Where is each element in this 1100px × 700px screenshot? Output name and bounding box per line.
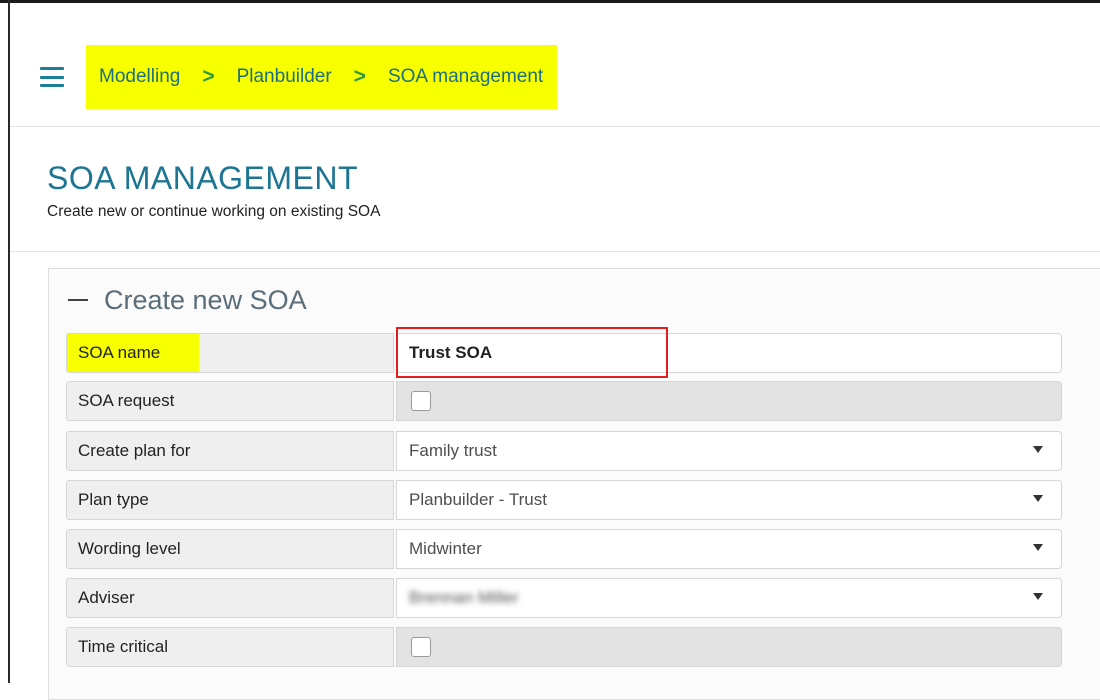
wording-level-value: Midwinter (409, 539, 482, 558)
breadcrumb: Modelling > Planbuilder > SOA management (38, 42, 1100, 112)
breadcrumb-item-modelling[interactable]: Modelling (99, 66, 180, 88)
field-label-wording-level: Wording level (66, 529, 394, 569)
form-row-adviser: Adviser Brennan Miller (66, 578, 1062, 620)
field-label-create-plan-for: Create plan for (66, 431, 394, 471)
caret-down-icon (1033, 544, 1043, 551)
field-label-soa-name: SOA name (66, 333, 200, 373)
create-plan-for-select[interactable]: Family trust (396, 431, 1062, 471)
app-window: Modelling > Planbuilder > SOA management… (0, 0, 1100, 700)
soa-request-checkbox[interactable] (411, 391, 431, 411)
field-label-background (199, 333, 394, 373)
soa-request-field (396, 381, 1062, 421)
panel-title: Create new SOA (104, 284, 307, 315)
adviser-select[interactable]: Brennan Miller (396, 578, 1062, 618)
panel-header-toggle[interactable]: Create new SOA (68, 282, 307, 318)
time-critical-field (396, 627, 1062, 667)
adviser-value: Brennan Miller (409, 588, 519, 607)
page-subtitle: Create new or continue working on existi… (47, 203, 381, 220)
soa-name-input[interactable]: Trust SOA (396, 333, 1062, 373)
hamburger-icon[interactable] (40, 67, 64, 87)
caret-down-icon (1033, 446, 1043, 453)
time-critical-checkbox[interactable] (411, 637, 431, 657)
minus-icon[interactable] (68, 298, 88, 302)
field-label-soa-request: SOA request (66, 381, 394, 421)
form-row-plan-type: Plan type Planbuilder - Trust (66, 480, 1062, 522)
divider (10, 251, 1100, 252)
form-row-soa-request: SOA request (66, 381, 1062, 423)
plan-type-value: Planbuilder - Trust (409, 490, 547, 509)
wording-level-select[interactable]: Midwinter (396, 529, 1062, 569)
plan-type-select[interactable]: Planbuilder - Trust (396, 480, 1062, 520)
chevron-right-icon: > (353, 65, 366, 88)
create-plan-for-value: Family trust (409, 441, 497, 460)
page-title: SOA MANAGEMENT (47, 160, 359, 196)
soa-name-value: Trust SOA (409, 343, 493, 362)
caret-down-icon (1033, 593, 1043, 600)
field-label-adviser: Adviser (66, 578, 394, 618)
breadcrumb-item-planbuilder[interactable]: Planbuilder (237, 66, 332, 88)
form-row-wording-level: Wording level Midwinter (66, 529, 1062, 571)
window-left-border (8, 0, 10, 683)
chevron-right-icon: > (202, 65, 215, 88)
field-label-plan-type: Plan type (66, 480, 394, 520)
form-row-time-critical: Time critical (66, 627, 1062, 669)
breadcrumb-item-soa-management[interactable]: SOA management (388, 66, 543, 88)
form-row-create-plan-for: Create plan for Family trust (66, 431, 1062, 473)
form-row-soa-name: SOA name Trust SOA (66, 333, 1062, 375)
field-label-time-critical: Time critical (66, 627, 394, 667)
caret-down-icon (1033, 495, 1043, 502)
breadcrumb-highlight: Modelling > Planbuilder > SOA management (86, 45, 558, 109)
divider (10, 126, 1100, 127)
window-top-border (0, 0, 1100, 3)
